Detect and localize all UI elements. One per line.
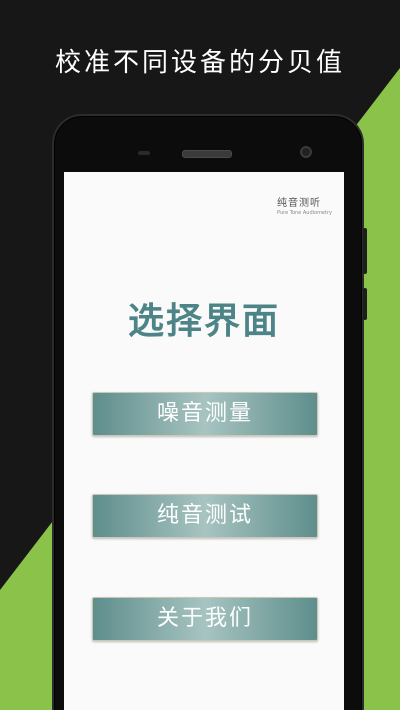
proximity-sensor — [138, 151, 150, 155]
power-button — [363, 288, 367, 320]
pure-tone-test-button[interactable]: 纯音测试 — [92, 494, 318, 538]
brand-subtitle: Pure Tone Audiometry — [277, 210, 332, 216]
app-screen: 纯音测听 Pure Tone Audiometry 选择界面 噪音测量 纯音测试… — [64, 172, 344, 710]
earpiece-speaker — [182, 150, 232, 158]
brand-logo: 纯音测听 Pure Tone Audiometry — [277, 194, 332, 216]
volume-button — [363, 228, 367, 274]
about-us-button[interactable]: 关于我们 — [92, 597, 318, 641]
promo-headline: 校准不同设备的分贝值 — [54, 48, 345, 78]
noise-measure-button[interactable]: 噪音测量 — [92, 392, 318, 436]
page-title: 选择界面 — [127, 300, 280, 342]
brand-name: 纯音测听 — [277, 198, 322, 209]
front-camera-icon — [300, 146, 312, 158]
phone-frame: 纯音测听 Pure Tone Audiometry 选择界面 噪音测量 纯音测试… — [52, 114, 367, 710]
